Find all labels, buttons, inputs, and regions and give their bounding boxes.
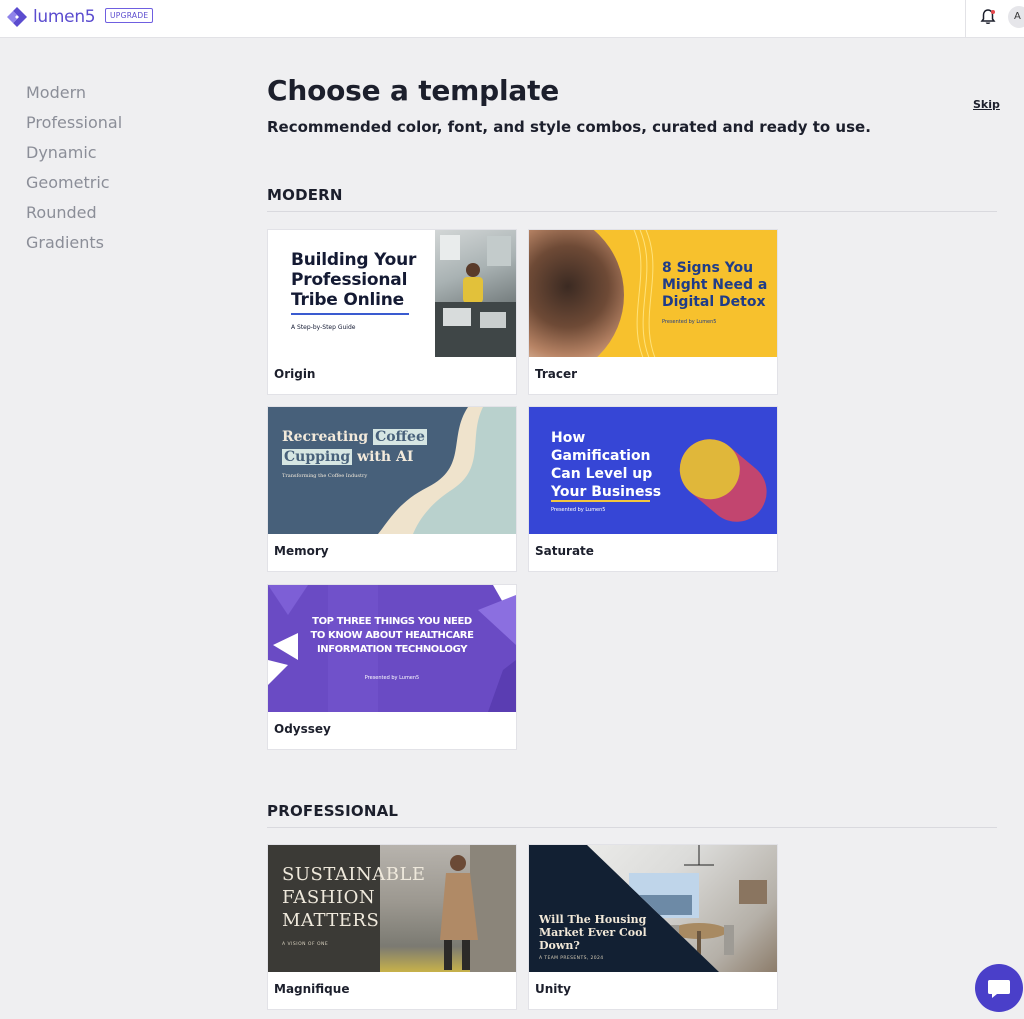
upgrade-button[interactable]: UPGRADE: [105, 8, 154, 23]
template-card-magnifique[interactable]: SUSTAINABLE FASHION MATTERS A VISION OF …: [267, 844, 517, 1010]
dining-room-photo: [587, 845, 777, 972]
preview-subtitle: Transforming the Coffee Industry: [282, 473, 368, 479]
page-subtitle: Recommended color, font, and style combo…: [267, 118, 871, 136]
section-divider: [267, 827, 997, 828]
template-name: Odyssey: [274, 722, 331, 736]
section-heading-modern: MODERN: [267, 186, 343, 204]
lumen5-logo[interactable]: lumen5: [6, 6, 96, 28]
preview-title: 8 Signs You Might Need a Digital Detox: [662, 260, 768, 310]
chat-bubble-icon: [988, 980, 1010, 998]
skip-link[interactable]: Skip: [973, 98, 1000, 111]
section-heading-professional: PROFESSIONAL: [267, 802, 399, 820]
preview-subtitle: A TEAM PRESENTS, 2024: [539, 956, 604, 961]
template-preview: 8 Signs You Might Need a Digital Detox P…: [529, 230, 777, 357]
preview-subtitle: A VISION OF ONE: [282, 942, 329, 947]
preview-accent-rule: [551, 500, 650, 502]
dining-room-illustration: [629, 845, 767, 961]
page-title: Choose a template: [267, 74, 560, 107]
lumen5-logo-icon: [7, 7, 27, 27]
sidebar-item-modern[interactable]: Modern: [26, 82, 122, 112]
template-name: Unity: [535, 982, 571, 996]
template-preview: Building Your Professional Tribe Online …: [268, 230, 516, 357]
preview-title-part: with AI: [357, 449, 414, 465]
preview-title: Recreating Coffee Cupping with AI: [282, 427, 432, 467]
top-bar: lumen5 UPGRADE A: [0, 0, 1024, 38]
notification-bell-icon[interactable]: [979, 8, 997, 26]
sidebar-item-rounded[interactable]: Rounded: [26, 202, 122, 232]
template-card-memory[interactable]: Recreating Coffee Cupping with AI Transfo…: [267, 406, 517, 572]
template-name: Magnifique: [274, 982, 350, 996]
template-name: Saturate: [535, 544, 594, 558]
preview-title: SUSTAINABLE FASHION MATTERS: [282, 864, 426, 931]
template-name: Origin: [274, 367, 316, 381]
template-preview: How Gamification Can Level up Your Busin…: [529, 407, 777, 534]
template-card-tracer[interactable]: 8 Signs You Might Need a Digital Detox P…: [528, 229, 778, 395]
preview-accent-rule: [291, 313, 409, 315]
office-photo: [435, 230, 516, 357]
template-card-saturate[interactable]: How Gamification Can Level up Your Busin…: [528, 406, 778, 572]
logo-wordmark: lumen5: [33, 7, 96, 27]
template-card-unity[interactable]: Will The Housing Market Ever Cool Down? …: [528, 844, 778, 1010]
preview-title: How Gamification Can Level up Your Busin…: [551, 430, 662, 500]
preview-title-highlight: Coffee: [373, 429, 427, 445]
template-name: Tracer: [535, 367, 578, 381]
sidebar-item-professional[interactable]: Professional: [26, 112, 122, 142]
preview-subtitle: A Step-by-Step Guide: [291, 324, 356, 331]
preview-subtitle: Presented by Lumen5: [662, 319, 717, 325]
preview-title: Building Your Professional Tribe Online: [291, 250, 417, 310]
sidebar-item-geometric[interactable]: Geometric: [26, 172, 122, 202]
template-preview: Recreating Coffee Cupping with AI Transfo…: [268, 407, 516, 534]
sidebar-item-gradients[interactable]: Gradients: [26, 232, 122, 262]
chat-launcher-button[interactable]: [975, 964, 1023, 1012]
section-divider: [267, 211, 997, 212]
preview-title: Will The Housing Market Ever Cool Down?: [539, 913, 647, 952]
preview-subtitle: Presented by Lumen5: [551, 507, 606, 513]
office-scene-illustration: [435, 235, 516, 357]
template-preview: Will The Housing Market Ever Cool Down? …: [529, 845, 777, 972]
topbar-divider: [965, 0, 966, 38]
template-card-origin[interactable]: Building Your Professional Tribe Online …: [267, 229, 517, 395]
preview-title-part: Recreating: [282, 429, 369, 445]
template-category-nav: Modern Professional Dynamic Geometric Ro…: [26, 82, 122, 262]
preview-title: TOP THREE THINGS YOU NEED TO KNOW ABOUT …: [310, 616, 474, 655]
template-preview: TOP THREE THINGS YOU NEED TO KNOW ABOUT …: [268, 585, 516, 712]
template-card-odyssey[interactable]: TOP THREE THINGS YOU NEED TO KNOW ABOUT …: [267, 584, 517, 750]
user-avatar[interactable]: A: [1008, 6, 1024, 28]
hands-photo: [529, 230, 624, 357]
template-preview: SUSTAINABLE FASHION MATTERS A VISION OF …: [268, 845, 516, 972]
preview-title-highlight: Cupping: [282, 449, 353, 465]
template-name: Memory: [274, 544, 329, 558]
sidebar-item-dynamic[interactable]: Dynamic: [26, 142, 122, 172]
preview-subtitle: Presented by Lumen5: [364, 675, 420, 681]
